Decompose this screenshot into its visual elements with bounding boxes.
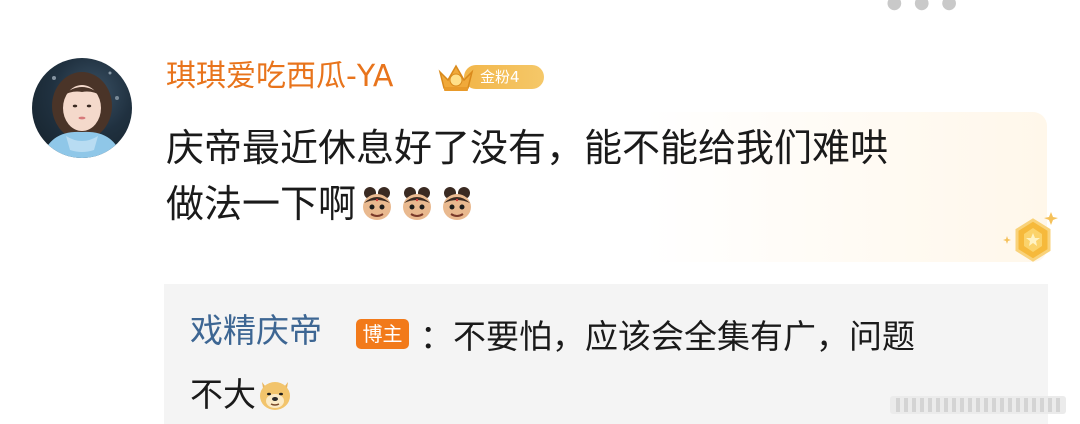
doge-emoji-icon: [260, 382, 290, 410]
comment-text-line2-body: 做法一下啊: [166, 182, 357, 226]
fan-badge-pill: 金粉4: [464, 65, 544, 89]
reply-author[interactable]: 戏精庆帝: [190, 308, 322, 354]
reply-text-part2: 不大: [190, 375, 256, 414]
avatar[interactable]: [32, 58, 132, 158]
scroll-indicator-icon: [890, 396, 1066, 414]
fan-badge-level: 4: [510, 68, 520, 86]
comment-text-line1: 庆帝最近休息好了没有，能不能给我们难哄: [166, 126, 889, 170]
comment-username[interactable]: 琪琪爱吃西瓜-YA: [166, 57, 393, 97]
reply-text-part1: ：不要怕，应该会全集有广，问题: [420, 317, 915, 356]
crown-icon: [438, 64, 474, 91]
more-icon[interactable]: ● ● ●: [886, 0, 960, 13]
nezha-emoji-icon: [403, 187, 432, 220]
nezha-emoji-icon: [363, 187, 392, 220]
nezha-emoji-icon: [443, 187, 472, 220]
fan-badge-label: 金粉: [480, 68, 511, 86]
comment-text: 庆帝最近休息好了没有，能不能给我们难哄 做法一下啊: [166, 120, 1036, 232]
blogger-tag: 博主: [356, 319, 409, 349]
gold-medal-icon: [1003, 212, 1058, 262]
comment-text-line2: 做法一下啊: [166, 176, 1036, 232]
